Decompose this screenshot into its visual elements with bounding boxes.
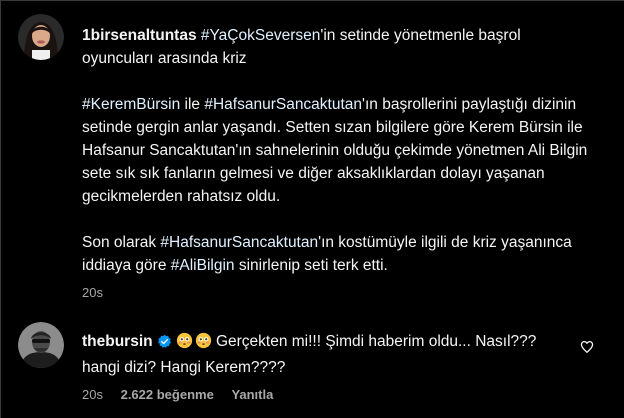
reply-button[interactable]: Yanıtla [231, 387, 273, 402]
flushed-face-emoji [176, 332, 193, 356]
caption-text: ile [180, 96, 205, 113]
post-caption-content: 1birsenaltuntas #YaÇokSeversen'in setind… [82, 24, 592, 301]
caption-paragraph-2: #KeremBürsin ile #HafsanurSancaktutan'ın… [82, 93, 592, 208]
hashtag-link[interactable]: #YaÇokSeversen [201, 27, 320, 44]
flushed-face-emoji [195, 332, 212, 356]
commenter-username[interactable]: thebursin [82, 333, 153, 350]
heart-icon[interactable] [580, 340, 594, 359]
comment-likes-count[interactable]: 2.622 beğenme [121, 387, 214, 402]
caption-paragraph-1: 1birsenaltuntas #YaÇokSeversen'in setind… [82, 24, 592, 70]
comment-timestamp[interactable]: 20s [82, 387, 103, 402]
comment-content: thebursin Gerçekten mi!!! Şimdi haberim … [82, 330, 562, 403]
commenter-avatar[interactable] [18, 322, 64, 368]
comment-body: thebursin Gerçekten mi!!! Şimdi haberim … [82, 330, 562, 379]
comment-meta: 20s 2.622 beğenme Yanıtla [82, 387, 562, 403]
hashtag-link[interactable]: #AliBilgin [171, 257, 235, 274]
post-timestamp[interactable]: 20s [82, 285, 592, 301]
post-author-username[interactable]: 1birsenaltuntas [82, 27, 197, 44]
hashtag-link[interactable]: #HafsanurSancaktutan [204, 96, 362, 113]
post-author-avatar[interactable] [18, 14, 64, 60]
caption-text: Son olarak [82, 234, 161, 251]
hashtag-link[interactable]: #KeremBürsin [82, 96, 180, 113]
verified-badge-icon [157, 333, 172, 356]
caption-paragraph-3: Son olarak #HafsanurSancaktutan'ın kostü… [82, 231, 592, 277]
caption-text: sinirlenip seti terk etti. [234, 257, 388, 274]
hashtag-link[interactable]: #HafsanurSancaktutan [160, 234, 318, 251]
